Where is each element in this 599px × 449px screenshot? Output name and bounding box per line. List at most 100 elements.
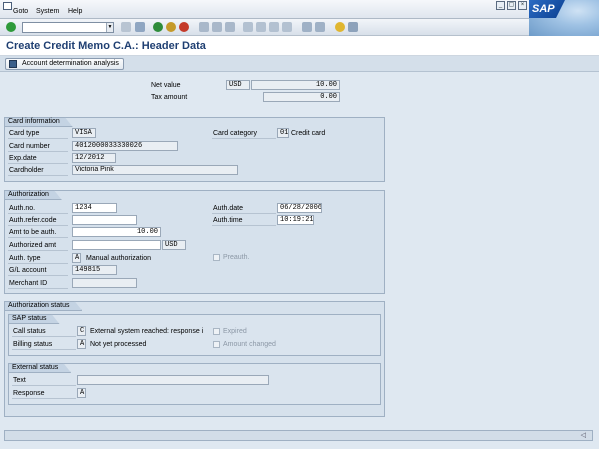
title-bar: Create Credit Memo C.A.: Header Data (0, 36, 599, 56)
call-status-text: External system reached: response i (90, 328, 204, 335)
find-next-icon[interactable] (225, 22, 235, 32)
maximize-button[interactable]: ▢ (507, 1, 516, 10)
tax-amount-field: 0.00 (263, 92, 340, 102)
close-button[interactable]: × (518, 1, 527, 10)
window-controls: _ ▢ × (496, 1, 527, 10)
tax-amount-label: Tax amount (151, 94, 188, 101)
find-icon[interactable] (212, 22, 222, 32)
next-page-icon[interactable] (269, 22, 279, 32)
authorization-group: Authorization Auth.no. 1234 Auth.refer.c… (4, 190, 385, 294)
auth-refer-label: Auth.refer.code (8, 216, 68, 226)
menu-bar: Goto System Help _ ▢ × (0, 0, 599, 19)
menu-goto[interactable]: Goto (13, 8, 28, 15)
card-type-label: Card type (8, 129, 68, 139)
amount-changed-label: Amount changed (223, 341, 276, 348)
enter-icon[interactable] (6, 22, 16, 32)
external-status-title: External status (8, 363, 71, 373)
merchant-id-field (72, 278, 137, 288)
expired-checkbox (213, 328, 220, 335)
authorized-amt-label: Authorized amt (8, 241, 68, 251)
net-value-field: 10.00 (251, 80, 340, 90)
authorized-amt-field[interactable] (72, 240, 161, 250)
authorization-title: Authorization (4, 190, 62, 200)
sap-status-group: SAP status Call status C External system… (8, 314, 381, 356)
expand-icon[interactable] (121, 22, 131, 32)
billing-status-label: Billing status (12, 340, 76, 350)
card-information-title: Card information (4, 117, 73, 127)
sap-logo: SAP (529, 0, 599, 36)
page-title: Create Credit Memo C.A.: Header Data (6, 40, 206, 52)
analysis-icon (9, 60, 17, 68)
application-toolbar: Account determination analysis (0, 56, 599, 72)
status-bar-arrow-icon[interactable]: ◁ (581, 431, 586, 439)
account-determination-label: Account determination analysis (22, 60, 119, 67)
standard-toolbar: ▼ (0, 19, 529, 36)
back-icon[interactable] (153, 22, 163, 32)
auth-type-label: Auth. type (8, 254, 68, 264)
billing-status-code: A (77, 339, 86, 349)
response-label: Response (12, 389, 76, 399)
external-text-label: Text (12, 376, 76, 386)
response-field: A (77, 388, 86, 398)
auth-no-field[interactable]: 1234 (72, 203, 117, 213)
auth-type-text: Manual authorization (86, 255, 151, 262)
currency-field: USD (226, 80, 250, 90)
auth-time-field[interactable]: 10:19:21 (277, 215, 314, 225)
menu-help[interactable]: Help (68, 8, 82, 15)
help-icon[interactable] (335, 22, 345, 32)
save-icon[interactable] (135, 22, 145, 32)
sap-status-title: SAP status (8, 314, 60, 324)
exp-date-field: 12/2012 (72, 153, 116, 163)
amount-changed-checkbox (213, 341, 220, 348)
new-session-icon[interactable] (302, 22, 312, 32)
gl-account-label: G/L account (8, 266, 68, 276)
amt-to-auth-field[interactable]: 10.00 (72, 227, 161, 237)
previous-page-icon[interactable] (256, 22, 266, 32)
cardholder-label: Cardholder (8, 166, 68, 176)
external-text-field (77, 375, 269, 385)
cancel-icon[interactable] (179, 22, 189, 32)
command-dropdown-icon[interactable]: ▼ (106, 23, 113, 32)
auth-time-label: Auth.time (212, 216, 276, 226)
card-category-text: Credit card (291, 130, 326, 137)
account-determination-button[interactable]: Account determination analysis (5, 58, 124, 70)
call-status-label: Call status (12, 327, 76, 337)
amt-to-auth-label: Amt to be auth. (8, 228, 68, 238)
cardholder-field: Victoria Pink (72, 165, 238, 175)
minimize-button[interactable]: _ (496, 1, 505, 10)
status-bar: ◁ (4, 430, 593, 441)
merchant-id-label: Merchant ID (8, 279, 68, 289)
expired-label: Expired (223, 328, 247, 335)
auth-refer-field[interactable] (72, 215, 137, 225)
gl-account-field: 149815 (72, 265, 117, 275)
print-icon[interactable] (199, 22, 209, 32)
auth-type-code: A (72, 253, 81, 263)
preauth-checkbox (213, 254, 220, 261)
card-number-field: 4012000033330026 (72, 141, 178, 151)
call-status-code: C (77, 326, 86, 336)
auth-date-field[interactable]: 06/28/2006 (277, 203, 322, 213)
auth-no-label: Auth.no. (8, 204, 68, 214)
authorized-currency-field: USD (162, 240, 186, 250)
card-number-label: Card number (8, 142, 68, 152)
card-information-group: Card information Card type VISA Card num… (4, 117, 385, 182)
billing-status-text: Not yet processed (90, 341, 147, 348)
layout-menu-icon[interactable] (348, 22, 358, 32)
exit-icon[interactable] (166, 22, 176, 32)
menu-system[interactable]: System (36, 8, 59, 15)
external-status-group: External status Text Response A (8, 363, 381, 405)
first-page-icon[interactable] (243, 22, 253, 32)
exp-date-label: Exp.date (8, 154, 68, 164)
preauth-label: Preauth. (223, 254, 250, 261)
auth-date-label: Auth.date (212, 204, 276, 214)
shortcut-icon[interactable] (315, 22, 325, 32)
system-menu-icon[interactable] (3, 2, 12, 10)
net-value-label: Net value (151, 82, 181, 89)
card-category-label: Card category (212, 129, 276, 139)
authorization-status-title: Authorization status (4, 301, 82, 311)
card-category-code: 01 (277, 128, 289, 138)
authorization-status-group: Authorization status SAP status Call sta… (4, 301, 385, 417)
card-type-field: VISA (72, 128, 96, 138)
command-field[interactable]: ▼ (22, 22, 114, 33)
last-page-icon[interactable] (282, 22, 292, 32)
